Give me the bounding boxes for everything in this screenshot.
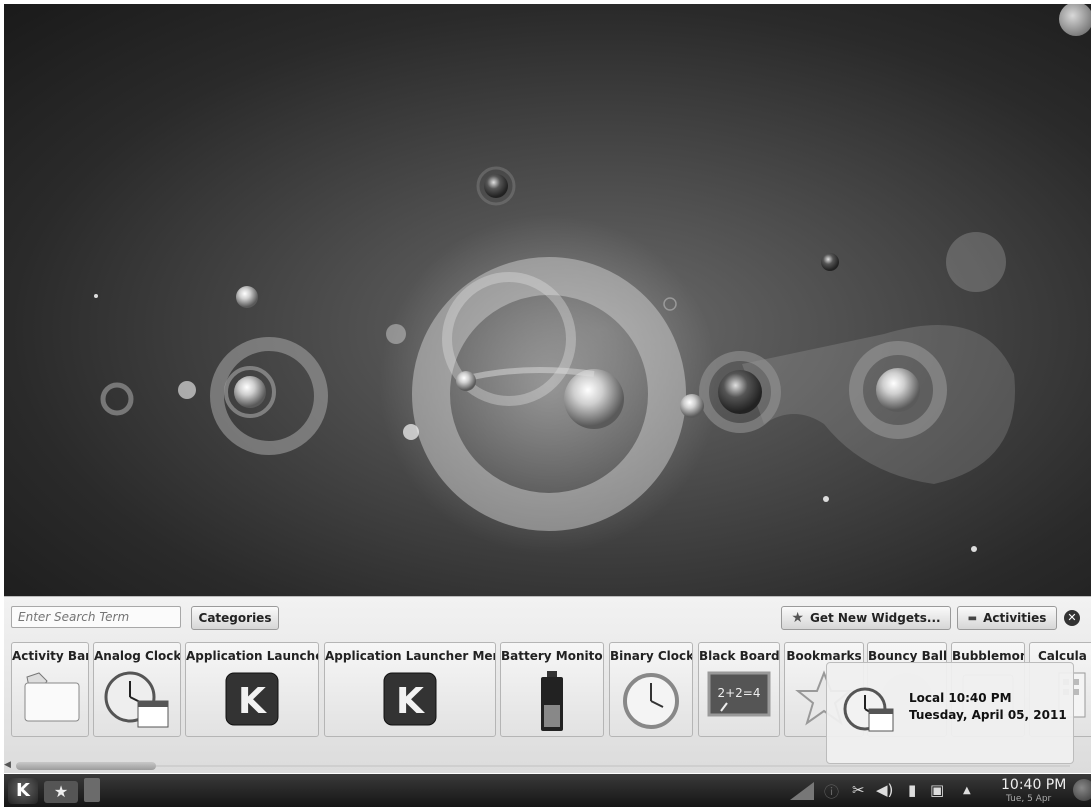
search-input[interactable] xyxy=(11,606,181,628)
folder-icon xyxy=(19,669,81,727)
blackboard-icon: 2+2=4 xyxy=(707,669,771,723)
battery-icon xyxy=(537,669,567,736)
widget-label: Binary Clock xyxy=(610,649,693,663)
desktop-wallpaper[interactable] xyxy=(4,4,1091,596)
pager-icon[interactable] xyxy=(84,778,100,802)
tooltip-title: Local 10:40 PM xyxy=(909,691,1012,705)
categories-button[interactable]: Categories xyxy=(191,606,279,630)
clock-icon xyxy=(621,669,681,733)
blackboard-text: 2+2=4 xyxy=(717,686,760,700)
widget-label: Black Board xyxy=(699,649,780,663)
expand-tray-arrow-icon[interactable]: ▲ xyxy=(963,785,971,796)
widget-label: Bouncy Ball xyxy=(868,649,947,663)
taskbar: K ★ ⓘ ✂ ◀) ▮ ▣ ▲ 10:40 PM Tue, 5 Apr xyxy=(4,774,1091,807)
scroll-track[interactable] xyxy=(16,765,1070,767)
panel-toolbox-icon[interactable] xyxy=(1073,779,1091,801)
widget-label: Activity Bar xyxy=(12,649,89,663)
widget-label: Application Launcher Menu xyxy=(325,649,496,663)
widget-label: Application Launcher xyxy=(186,649,319,663)
scroll-left-arrow-icon[interactable]: ◀ xyxy=(4,760,14,772)
clock-tooltip: Local 10:40 PM Tuesday, April 05, 2011 xyxy=(826,662,1074,764)
device-notifier-icon[interactable]: ▣ xyxy=(930,781,944,799)
svg-text:K: K xyxy=(238,681,267,722)
svg-text:K: K xyxy=(396,681,425,722)
taskbar-clock-time[interactable]: 10:40 PM xyxy=(1001,777,1066,793)
network-icon[interactable] xyxy=(790,782,814,804)
get-new-widgets-button[interactable]: ★ Get New Widgets... xyxy=(781,606,951,630)
volume-icon[interactable]: ◀) xyxy=(876,781,893,799)
widget-activity-bar[interactable]: Activity Bar xyxy=(11,642,89,737)
widget-label: Analog Clock xyxy=(94,649,181,663)
klipper-scissors-icon[interactable]: ✂ xyxy=(852,781,865,799)
application-launcher-button[interactable]: K xyxy=(8,778,38,804)
widget-binary-clock[interactable]: Binary Clock xyxy=(609,642,693,737)
activities-button[interactable]: ▬ Activities xyxy=(957,606,1057,630)
clock-calendar-icon xyxy=(841,685,897,739)
kde-logo-icon: K xyxy=(222,669,282,733)
widget-battery-monitor[interactable]: Battery Monitor xyxy=(500,642,604,737)
activities-icon: ▬ xyxy=(967,612,978,624)
battery-tray-icon[interactable]: ▮ xyxy=(908,781,916,799)
widget-black-board[interactable]: Black Board 2+2=4 xyxy=(698,642,780,737)
get-new-widgets-label: Get New Widgets... xyxy=(809,611,941,625)
activity-manager-icon[interactable]: ★ xyxy=(44,781,78,803)
widget-label: Bubblemon xyxy=(952,649,1025,663)
widget-label: Calcula xyxy=(1038,649,1087,663)
close-icon[interactable]: ✕ xyxy=(1064,610,1080,626)
widget-analog-clock[interactable]: Analog Clock xyxy=(93,642,181,737)
widget-label: Bookmarks xyxy=(786,649,862,663)
widget-application-launcher[interactable]: Application Launcher K xyxy=(185,642,319,737)
activities-label: Activities xyxy=(983,611,1047,625)
kde-logo-icon: K xyxy=(16,780,30,801)
widget-label: Battery Monitor xyxy=(501,649,604,663)
scroll-thumb[interactable] xyxy=(16,762,156,770)
widget-application-launcher-menu[interactable]: Application Launcher Menu K xyxy=(324,642,496,737)
categories-label: Categories xyxy=(198,611,272,625)
tooltip-date: Tuesday, April 05, 2011 xyxy=(909,708,1067,722)
clock-calendar-icon xyxy=(102,669,172,733)
kde-logo-icon: K xyxy=(380,669,440,733)
taskbar-clock-date: Tue, 5 Apr xyxy=(1006,794,1052,804)
info-icon[interactable]: ⓘ xyxy=(824,781,839,802)
wallpaper-bubbles xyxy=(94,166,1015,554)
desktop-toolbox-icon[interactable] xyxy=(1059,4,1091,36)
download-star-icon: ★ xyxy=(791,610,804,626)
